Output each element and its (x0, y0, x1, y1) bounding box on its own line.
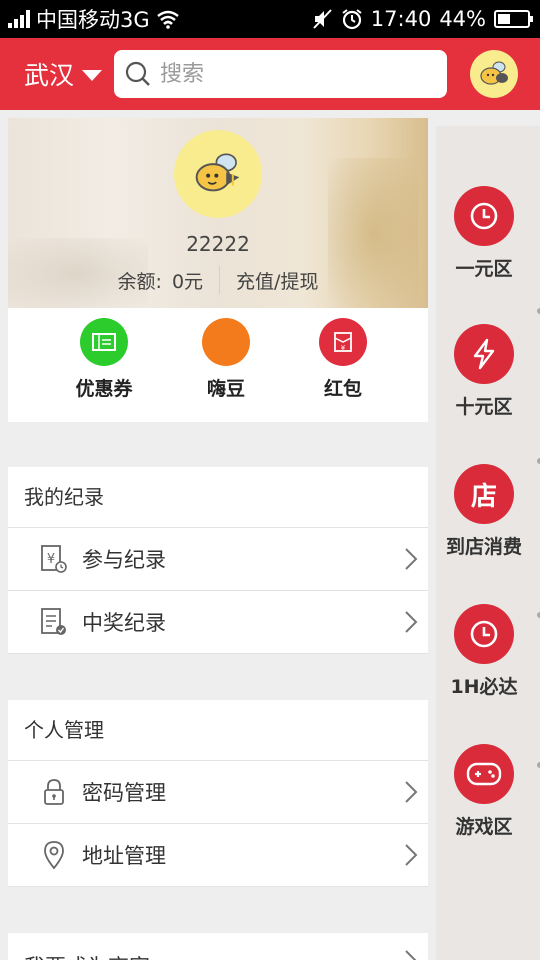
chevron-right-icon (405, 950, 417, 960)
side-item-in-store[interactable]: 店 到店消费 (436, 464, 532, 559)
side-item-label: 1H必达 (450, 676, 518, 698)
personal-title: 个人管理 (8, 700, 428, 761)
balance-row: 余额: 0元 充值/提现 (8, 264, 428, 296)
records-title: 我的纪录 (8, 467, 428, 528)
chevron-right-icon (405, 781, 418, 803)
side-item-ten-yuan[interactable]: 十元区 (436, 324, 532, 419)
status-bar: 中国移动3G 17:40 44% (0, 0, 540, 38)
clock-time: 17:40 (370, 7, 432, 31)
become-merchant-label: 我要成为商家 (24, 951, 150, 960)
participation-record-label: 参与纪录 (82, 548, 166, 572)
red-envelope-label: 红包 (323, 378, 362, 400)
quick-actions: 优惠券 嗨豆 ¥ 红包 (8, 308, 428, 422)
side-item-one-yuan[interactable]: 一元区 (436, 186, 532, 281)
coupon-icon (80, 318, 128, 366)
address-management-row[interactable]: 地址管理 (8, 824, 428, 887)
side-item-label: 游戏区 (455, 816, 513, 838)
city-selector[interactable]: 武汉 (24, 38, 103, 110)
wifi-icon (156, 10, 179, 29)
bee-icon (480, 61, 508, 85)
divider (219, 266, 221, 294)
side-item-one-hour[interactable]: 1H必达 (436, 604, 532, 699)
winning-record-row[interactable]: 中奖纪录 (8, 591, 428, 654)
battery-percent: 44% (439, 7, 486, 31)
svg-text:¥: ¥ (47, 552, 55, 567)
top-header: 武汉 (0, 38, 540, 110)
user-avatar[interactable] (174, 130, 262, 218)
chevron-right-icon (405, 844, 418, 866)
header-avatar[interactable] (470, 50, 518, 98)
become-merchant-row[interactable]: 我要成为商家 (8, 933, 428, 960)
coupon-button[interactable]: 优惠券 (54, 318, 154, 401)
battery-icon (494, 10, 533, 28)
search-box[interactable] (114, 50, 447, 98)
side-item-label: 一元区 (455, 258, 513, 280)
bean-label: 嗨豆 (206, 378, 245, 400)
side-item-games[interactable]: 游戏区 (436, 744, 532, 839)
side-item-label: 到店消费 (445, 536, 522, 558)
chevron-right-icon (405, 548, 418, 570)
search-icon (125, 61, 150, 86)
lightning-icon (454, 324, 514, 384)
red-envelope-button[interactable]: ¥ 红包 (293, 318, 393, 401)
address-management-label: 地址管理 (82, 844, 166, 868)
username: 22222 (186, 232, 250, 256)
clock-icon (454, 604, 514, 664)
signal-icon (8, 10, 30, 28)
records-section: 我的纪录 ¥ 参与纪录 中奖纪录 (8, 467, 428, 654)
alarm-icon (342, 9, 362, 30)
shop-icon: 店 (454, 464, 514, 524)
mute-icon (313, 9, 332, 29)
yuan-clock-icon: ¥ (34, 539, 74, 579)
coupon-label: 优惠券 (75, 378, 133, 400)
lock-icon (34, 772, 74, 812)
balance-label: 余额: (117, 270, 162, 293)
password-management-label: 密码管理 (82, 781, 166, 805)
carrier-name: 中国移动3G (36, 8, 150, 32)
personal-section: 个人管理 密码管理 地址管理 (8, 700, 428, 887)
gamepad-icon (454, 744, 514, 804)
location-pin-icon (34, 835, 74, 875)
svg-text:¥: ¥ (341, 344, 346, 352)
recharge-withdraw-link[interactable]: 充值/提现 (236, 267, 318, 294)
bean-icon (202, 318, 250, 366)
city-name: 武汉 (24, 61, 75, 90)
search-input[interactable] (158, 60, 422, 88)
bean-button[interactable]: 嗨豆 (176, 318, 276, 401)
merchant-section: 我要成为商家 (8, 933, 428, 960)
document-check-icon (34, 602, 74, 642)
participation-record-row[interactable]: ¥ 参与纪录 (8, 528, 428, 591)
balance-value: 0元 (171, 270, 204, 293)
profile-card: 22222 余额: 0元 充值/提现 (8, 118, 428, 308)
side-menu: 一元区 十元区 店 到店消费 1H必达 游戏区 (436, 126, 540, 960)
chevron-right-icon (405, 611, 418, 633)
clock-icon (454, 186, 514, 246)
password-management-row[interactable]: 密码管理 (8, 761, 428, 824)
dropdown-triangle-icon (82, 69, 103, 81)
winning-record-label: 中奖纪录 (82, 611, 166, 635)
side-item-label: 十元区 (455, 396, 513, 418)
red-envelope-icon: ¥ (319, 318, 367, 366)
bee-icon (195, 153, 240, 192)
